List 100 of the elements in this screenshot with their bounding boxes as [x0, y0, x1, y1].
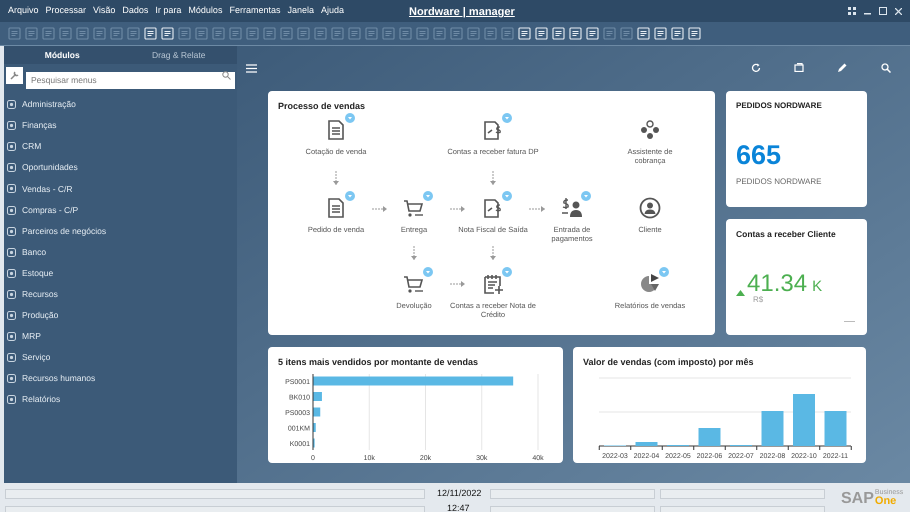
menu-item[interactable]: Ferramentas [229, 4, 280, 18]
sidebar-item[interactable]: Administração [22, 98, 76, 111]
chart-title: Valor de vendas (com imposto) por mês [583, 356, 755, 369]
dropdown-badge-icon[interactable] [345, 191, 355, 201]
dropdown-badge-icon[interactable] [423, 191, 433, 201]
card-title: Contas a receber Cliente [736, 228, 837, 241]
flow-arrow [333, 170, 339, 186]
sidebar-item[interactable]: Parceiros de negócios [22, 224, 106, 238]
dropdown-badge-icon[interactable] [659, 267, 669, 277]
bar [698, 428, 720, 446]
menu-item[interactable]: Módulos [188, 4, 222, 18]
sidebar-item[interactable]: Produção [22, 309, 58, 322]
sidebar-item[interactable]: Oportunidades [22, 161, 78, 174]
dropdown-badge-icon[interactable] [502, 267, 512, 277]
status-time: 12:47 [447, 502, 470, 512]
calendar-icon [482, 273, 504, 295]
document-icon [325, 119, 347, 141]
settings-button[interactable] [6, 67, 23, 84]
module-icon [7, 268, 16, 278]
module-icon [7, 142, 16, 152]
search-field[interactable]: Pesquisar menus [26, 72, 235, 88]
kpi-caption: PEDIDOS NORDWARE [736, 176, 822, 188]
bar [793, 394, 815, 446]
module-icon [7, 206, 16, 215]
menu-item[interactable]: Ir para [155, 4, 182, 18]
currency-label: R$ [753, 296, 764, 304]
sidebar-item[interactable]: Finanças [22, 119, 56, 132]
bar [636, 442, 658, 446]
sidebar-item[interactable]: Relatórios [22, 393, 60, 406]
dropdown-badge-icon[interactable] [502, 191, 512, 201]
window-title: Nordware | manager [409, 5, 515, 20]
bar [762, 410, 784, 446]
module-icon [7, 226, 16, 236]
dropdown-badge-icon[interactable] [502, 113, 512, 123]
flow-arrow [372, 206, 388, 212]
maximize-icon[interactable] [879, 7, 887, 15]
close-icon[interactable] [895, 8, 902, 14]
module-icon [7, 184, 16, 194]
sidebar-item[interactable]: Serviço [22, 351, 50, 364]
menu-item[interactable]: Arquivo [8, 4, 39, 18]
module-icon [7, 374, 16, 384]
bar [824, 410, 846, 446]
chart-title: 5 itens mais vendidos por montante de vendas [278, 356, 480, 369]
dropdown-badge-icon[interactable] [423, 267, 433, 277]
search-icon [222, 71, 231, 80]
module-icon [7, 248, 16, 257]
bar [314, 407, 320, 416]
menu-item[interactable]: Visão [93, 4, 116, 18]
module-icon [7, 395, 16, 404]
sidebar-item[interactable]: MRP [22, 330, 41, 343]
menu-item[interactable]: Dados [122, 4, 148, 18]
module-icon [7, 100, 16, 110]
folder-icon[interactable] [794, 63, 804, 72]
user-icon [639, 197, 661, 219]
document-icon [325, 197, 347, 219]
flow-arrow [490, 170, 496, 186]
kpi-value: 41.34 [747, 272, 808, 296]
kpi-value: 665 [736, 142, 782, 169]
card-title: PEDIDOS NORDWARE [736, 100, 823, 112]
flow-arrow [411, 246, 417, 260]
dollar-document-icon [482, 197, 504, 219]
sidebar-item[interactable]: Compras - C/P [22, 204, 78, 216]
menu-icon[interactable] [246, 64, 257, 73]
dropdown-badge-icon[interactable] [581, 191, 591, 201]
menu-item[interactable]: Janela [287, 4, 314, 18]
sidebar-item[interactable]: Banco [22, 246, 46, 259]
flow-arrow [450, 206, 466, 212]
flow-arrow [490, 246, 496, 260]
sidebar-item[interactable]: Recursos [22, 288, 58, 301]
wrench-icon [9, 70, 20, 81]
bar [314, 422, 316, 432]
module-icon [7, 163, 16, 172]
search-icon[interactable] [881, 63, 891, 73]
person-dollar-icon [561, 197, 583, 219]
pie-chart-icon [639, 273, 661, 295]
dots-icon [639, 119, 661, 141]
module-icon [7, 353, 16, 362]
sidebar-item[interactable]: CRM [22, 140, 42, 154]
flow-arrow [450, 281, 466, 287]
cart-icon [403, 197, 425, 219]
status-date: 12/11/2022 [437, 487, 482, 500]
sidebar-item[interactable]: Recursos humanos [22, 372, 96, 386]
menu-item[interactable]: Ajuda [321, 4, 344, 18]
module-icon [7, 121, 16, 130]
dollar-document-icon [482, 119, 504, 141]
module-icon [7, 332, 16, 342]
menu-item[interactable]: Processar [46, 4, 86, 18]
module-icon [7, 310, 16, 320]
module-icon [7, 290, 16, 299]
cart-icon [403, 273, 425, 295]
sidebar-item[interactable]: Vendas - C/R [22, 182, 73, 196]
pencil-icon[interactable] [837, 63, 847, 73]
flow-arrow [528, 206, 546, 212]
bar [314, 392, 322, 400]
card-title: Processo de vendas [278, 100, 366, 113]
kpi-unit: K [812, 278, 822, 294]
sidebar-item[interactable]: Estoque [22, 266, 54, 280]
dropdown-badge-icon[interactable] [345, 113, 355, 123]
refresh-icon[interactable] [751, 63, 761, 73]
layout-icon[interactable] [848, 7, 856, 15]
